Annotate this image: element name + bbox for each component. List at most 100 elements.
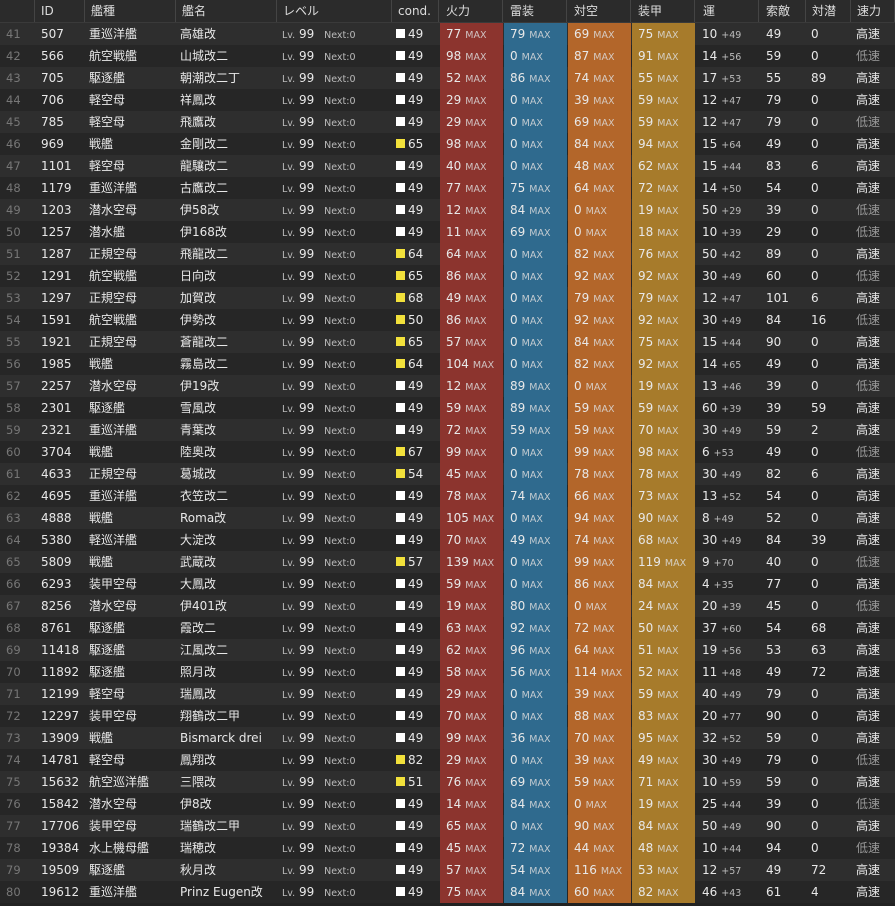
col-header-no[interactable] — [0, 0, 35, 22]
col-header-firepower[interactable]: 火力 — [440, 0, 503, 22]
table-row[interactable]: 49 1203 潜水空母 伊58改 Lv. 99 Next:0 49 12 MAX… — [0, 199, 895, 221]
table-row[interactable]: 61 4633 正規空母 葛城改 Lv. 99 Next:0 54 45 MAX … — [0, 463, 895, 485]
table-row[interactable]: 42 566 航空戦艦 山城改二 Lv. 99 Next:0 49 98 MAX … — [0, 45, 895, 67]
col-header-name[interactable]: 艦名 — [176, 0, 277, 22]
max-label: MAX — [465, 470, 487, 481]
col-header-torpedo[interactable]: 雷装 — [504, 0, 567, 22]
table-row[interactable]: 74 14781 軽空母 鳳翔改 Lv. 99 Next:0 82 29 MAX … — [0, 749, 895, 771]
table-row[interactable]: 71 12199 軽空母 瑞鳳改 Lv. 99 Next:0 49 29 MAX … — [0, 683, 895, 705]
firepower-value: 57 — [446, 863, 462, 877]
torpedo-value: 80 — [510, 599, 526, 613]
table-row[interactable]: 75 15632 航空巡洋艦 三隈改 Lv. 99 Next:0 51 76 MA… — [0, 771, 895, 793]
table-row[interactable]: 60 3704 戦艦 陸奥改 Lv. 99 Next:0 67 99 MAX 0M… — [0, 441, 895, 463]
max-label: MAX — [465, 822, 487, 833]
ship-speed: 高速 — [856, 423, 881, 437]
table-row[interactable]: 56 1985 戦艦 霧島改二 Lv. 99 Next:0 64 104 MAX … — [0, 353, 895, 375]
ship-speed: 低速 — [856, 753, 881, 767]
table-row[interactable]: 66 6293 装甲空母 大鳳改 Lv. 99 Next:0 49 59 MAX … — [0, 573, 895, 595]
col-header-asw[interactable]: 対潜 — [806, 0, 851, 22]
ship-cond: 49 — [392, 507, 439, 529]
next-exp: Next:0 — [324, 118, 356, 129]
cond-indicator-icon — [396, 755, 405, 764]
torpedo-value: 75 — [510, 181, 526, 195]
ship-name: 朝潮改二丁 — [180, 71, 241, 85]
armor-value: 84 — [638, 577, 654, 591]
firepower-value: 29 — [446, 687, 462, 701]
table-row[interactable]: 59 2321 重巡洋艦 青葉改 Lv. 99 Next:0 49 72 MAX … — [0, 419, 895, 441]
ship-los: 54 — [766, 621, 782, 635]
ship-name: 伊勢改 — [180, 313, 217, 327]
next-exp: Next:0 — [324, 140, 356, 151]
level-prefix: Lv. — [282, 140, 296, 151]
max-label: MAX — [657, 470, 679, 481]
table-row[interactable]: 64 5380 軽巡洋艦 大淀改 Lv. 99 Next:0 49 70 MAX … — [0, 529, 895, 551]
ship-firepower: 104 MAX — [440, 353, 503, 375]
ship-asw: 0 — [811, 797, 819, 811]
table-row[interactable]: 58 2301 駆逐艦 雪風改 Lv. 99 Next:0 49 59 MAX 8… — [0, 397, 895, 419]
table-row[interactable]: 51 1287 正規空母 飛龍改二 Lv. 99 Next:0 64 64 MAX… — [0, 243, 895, 265]
ship-antiair: 48 MAX — [568, 155, 631, 177]
table-row[interactable]: 52 1291 航空戦艦 日向改 Lv. 99 Next:0 65 86 MAX … — [0, 265, 895, 287]
table-row[interactable]: 41 507 重巡洋艦 高雄改 Lv. 99 Next:0 49 77 MAX 7… — [0, 23, 895, 45]
ship-asw: 0 — [811, 115, 819, 129]
col-header-cond[interactable]: cond. — [392, 0, 439, 22]
col-header-antiair[interactable]: 対空 — [568, 0, 631, 22]
ship-luck: 13 +46 — [697, 375, 759, 397]
table-row[interactable]: 68 8761 駆逐艦 霞改二 Lv. 99 Next:0 49 63 MAX 9… — [0, 617, 895, 639]
ship-armor: 83 MAX — [632, 705, 695, 727]
cond-value: 49 — [408, 885, 424, 899]
ship-antiair: 82 MAX — [568, 353, 631, 375]
table-row[interactable]: 55 1921 正規空母 蒼龍改二 Lv. 99 Next:0 65 57 MAX… — [0, 331, 895, 353]
table-row[interactable]: 79 19509 駆逐艦 秋月改 Lv. 99 Next:0 49 57 MAX … — [0, 859, 895, 881]
table-row[interactable]: 73 13909 戦艦 Bismarck drei Lv. 99 Next:0 … — [0, 727, 895, 749]
ship-armor: 70 MAX — [632, 419, 695, 441]
table-row[interactable]: 70 11892 駆逐艦 照月改 Lv. 99 Next:0 49 58 MAX … — [0, 661, 895, 683]
table-row[interactable]: 63 4888 戦艦 Roma改 Lv. 99 Next:0 49 105 MAX… — [0, 507, 895, 529]
ship-name: 飛龍改二 — [180, 247, 229, 261]
table-row[interactable]: 48 1179 重巡洋艦 古鷹改二 Lv. 99 Next:0 49 77 MAX… — [0, 177, 895, 199]
table-row[interactable]: 72 12297 装甲空母 翔鶴改二甲 Lv. 99 Next:0 49 70 M… — [0, 705, 895, 727]
cond-indicator-icon — [396, 667, 405, 676]
antiair-value: 82 — [574, 247, 590, 261]
table-row[interactable]: 80 19612 重巡洋艦 Prinz Eugen改 Lv. 99 Next:0… — [0, 881, 895, 903]
next-exp: Next:0 — [324, 360, 356, 371]
table-row[interactable]: 53 1297 正規空母 加賀改 Lv. 99 Next:0 68 49 MAX … — [0, 287, 895, 309]
ship-type: 駆逐艦 — [89, 863, 126, 877]
max-label: MAX — [465, 778, 487, 789]
table-row[interactable]: 45 785 軽空母 飛鷹改 Lv. 99 Next:0 49 29 MAX 0M… — [0, 111, 895, 133]
antiair-value: 60 — [574, 885, 590, 899]
table-row[interactable]: 46 969 戦艦 金剛改二 Lv. 99 Next:0 65 98 MAX 0M… — [0, 133, 895, 155]
col-header-los[interactable]: 索敵 — [760, 0, 806, 22]
max-label: MAX — [657, 426, 679, 437]
col-header-level[interactable]: レベル — [277, 0, 392, 22]
table-row[interactable]: 44 706 軽空母 祥鳳改 Lv. 99 Next:0 49 29 MAX 0M… — [0, 89, 895, 111]
table-row[interactable]: 67 8256 潜水空母 伊401改 Lv. 99 Next:0 49 19 MA… — [0, 595, 895, 617]
table-row[interactable]: 69 11418 駆逐艦 江風改二 Lv. 99 Next:0 49 62 MAX… — [0, 639, 895, 661]
col-header-type[interactable]: 艦種 — [85, 0, 176, 22]
cond-value: 49 — [408, 643, 424, 657]
ship-id: 4888 — [41, 511, 72, 525]
col-header-id[interactable]: ID — [35, 0, 85, 22]
table-row[interactable]: 76 15842 潜水空母 伊8改 Lv. 99 Next:0 49 14 MAX… — [0, 793, 895, 815]
ship-speed: 低速 — [856, 203, 881, 217]
armor-value: 84 — [638, 819, 654, 833]
max-label: MAX — [465, 184, 487, 195]
table-row[interactable]: 62 4695 重巡洋艦 衣笠改二 Lv. 99 Next:0 49 78 MAX… — [0, 485, 895, 507]
table-row[interactable]: 77 17706 装甲空母 瑞鶴改二甲 Lv. 99 Next:0 49 65 M… — [0, 815, 895, 837]
row-number: 53 — [6, 291, 21, 305]
table-row[interactable]: 47 1101 軽空母 龍驤改二 Lv. 99 Next:0 49 40 MAX … — [0, 155, 895, 177]
col-header-luck[interactable]: 運 — [697, 0, 759, 22]
cond-indicator-icon — [396, 843, 405, 852]
col-header-speed[interactable]: 速力 — [851, 0, 895, 22]
luck-remaining: +56 — [721, 52, 742, 63]
table-row[interactable]: 43 705 駆逐艦 朝潮改二丁 Lv. 99 Next:0 49 52 MAX … — [0, 67, 895, 89]
table-row[interactable]: 50 1257 潜水艦 伊168改 Lv. 99 Next:0 49 11 MAX… — [0, 221, 895, 243]
max-label: MAX — [593, 426, 615, 437]
antiair-value: 86 — [574, 577, 590, 591]
table-row[interactable]: 65 5809 戦艦 武蔵改 Lv. 99 Next:0 57 139 MAX 0… — [0, 551, 895, 573]
table-row[interactable]: 57 2257 潜水空母 伊19改 Lv. 99 Next:0 49 12 MAX… — [0, 375, 895, 397]
col-header-armor[interactable]: 装甲 — [632, 0, 695, 22]
max-label: MAX — [657, 888, 679, 899]
table-row[interactable]: 78 19384 水上機母艦 瑞穂改 Lv. 99 Next:0 49 45 MA… — [0, 837, 895, 859]
table-row[interactable]: 54 1591 航空戦艦 伊勢改 Lv. 99 Next:0 50 86 MAX … — [0, 309, 895, 331]
